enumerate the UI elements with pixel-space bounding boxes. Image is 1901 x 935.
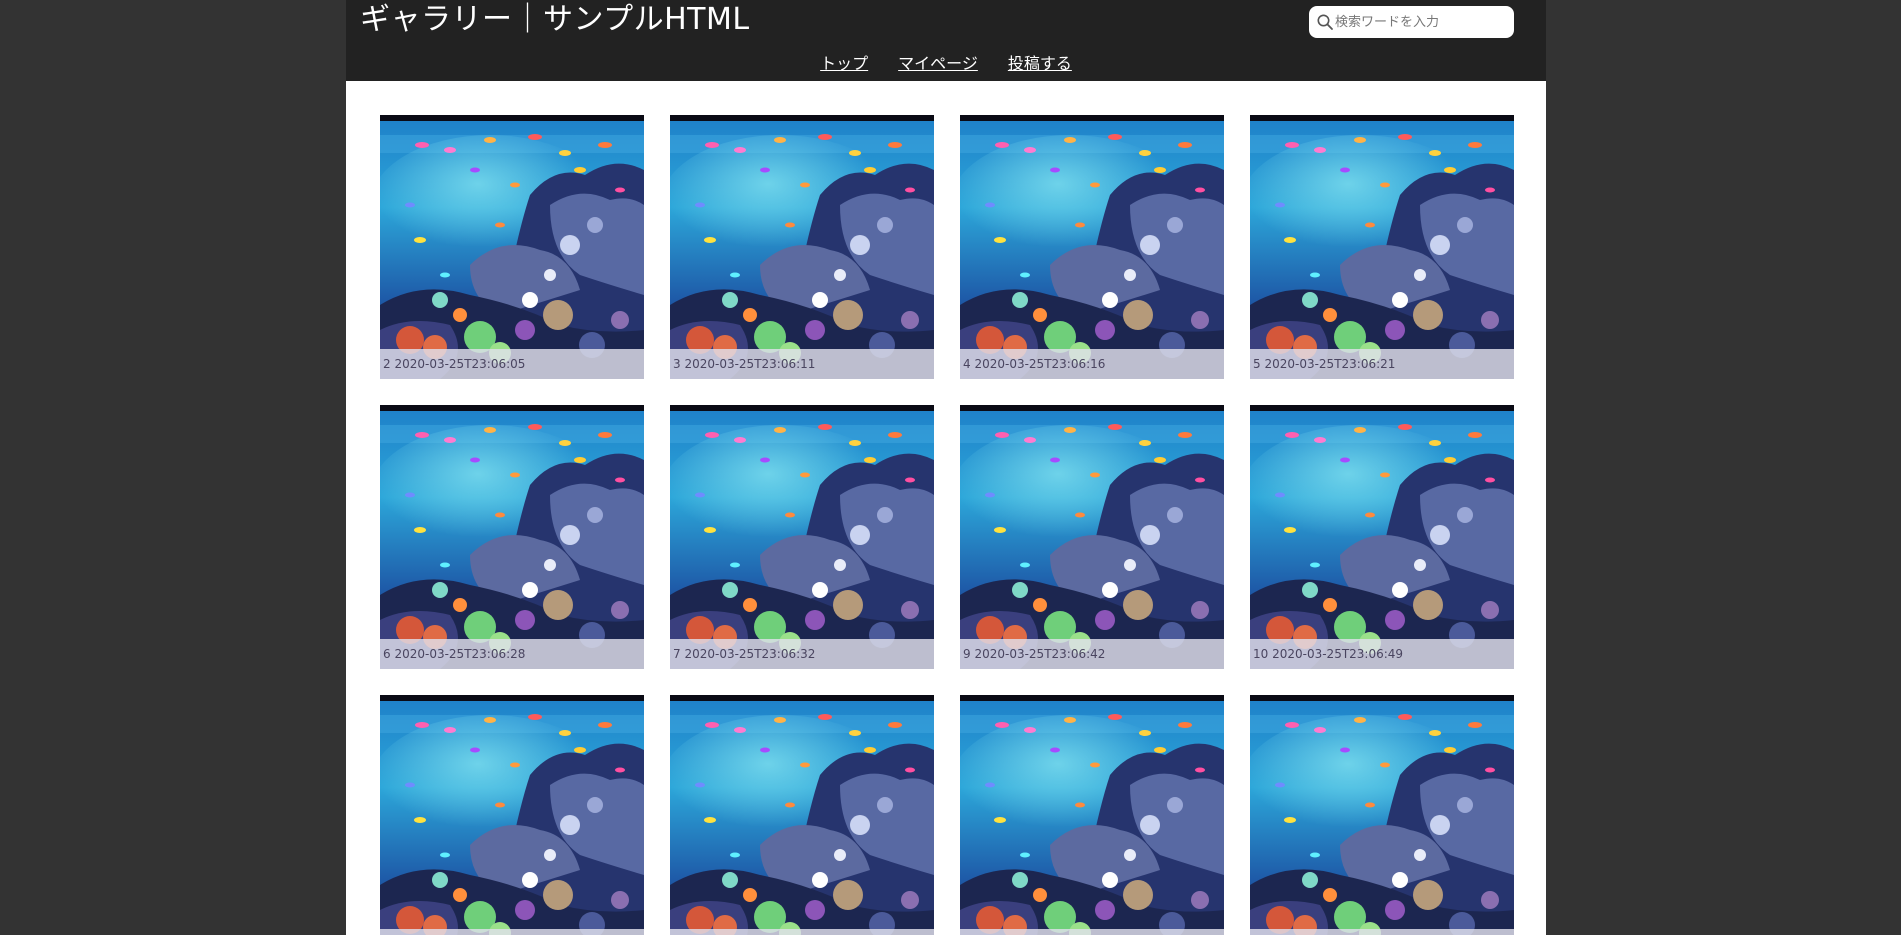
aquarium-photo (380, 405, 644, 669)
gallery-caption: 6 2020-03-25T23:06:28 (380, 639, 644, 669)
nav-link-post[interactable]: 投稿する (1008, 52, 1072, 76)
aquarium-photo (960, 695, 1224, 935)
gallery-caption (670, 929, 934, 935)
site-header: ギャラリー｜サンプルHTML トップ マイページ 投稿する (346, 0, 1546, 81)
gallery-caption (960, 929, 1224, 935)
aquarium-photo (960, 115, 1224, 379)
aquarium-photo (1250, 405, 1514, 669)
search-input[interactable] (1335, 10, 1507, 34)
gallery-caption: 4 2020-03-25T23:06:16 (960, 349, 1224, 379)
gallery-card[interactable]: 5 2020-03-25T23:06:21 (1250, 115, 1514, 379)
aquarium-photo (1250, 695, 1514, 935)
gallery-card[interactable] (380, 695, 644, 935)
gallery-card[interactable] (1250, 695, 1514, 935)
aquarium-photo (670, 405, 934, 669)
search-box[interactable] (1309, 6, 1514, 38)
aquarium-photo (380, 115, 644, 379)
gallery-card[interactable]: 4 2020-03-25T23:06:16 (960, 115, 1224, 379)
gallery-card[interactable]: 9 2020-03-25T23:06:42 (960, 405, 1224, 669)
gallery-card[interactable]: 2 2020-03-25T23:06:05 (380, 115, 644, 379)
search-icon (1317, 14, 1333, 30)
aquarium-photo (380, 695, 644, 935)
gallery-caption: 3 2020-03-25T23:06:11 (670, 349, 934, 379)
page-container: ギャラリー｜サンプルHTML トップ マイページ 投稿する 2 2020-03-… (346, 0, 1546, 935)
aquarium-photo (1250, 115, 1514, 379)
aquarium-photo (670, 115, 934, 379)
gallery-card[interactable]: 3 2020-03-25T23:06:11 (670, 115, 934, 379)
gallery-caption (380, 929, 644, 935)
gallery-caption: 7 2020-03-25T23:06:32 (670, 639, 934, 669)
gallery-card[interactable] (960, 695, 1224, 935)
gallery-caption: 2 2020-03-25T23:06:05 (380, 349, 644, 379)
nav-link-top[interactable]: トップ (820, 52, 868, 76)
main-nav: トップ マイページ 投稿する (346, 52, 1546, 76)
site-title: ギャラリー｜サンプルHTML (360, 2, 750, 37)
gallery-card[interactable]: 6 2020-03-25T23:06:28 (380, 405, 644, 669)
gallery-caption: 5 2020-03-25T23:06:21 (1250, 349, 1514, 379)
aquarium-photo (960, 405, 1224, 669)
aquarium-photo (670, 695, 934, 935)
gallery-card[interactable] (670, 695, 934, 935)
gallery-caption: 9 2020-03-25T23:06:42 (960, 639, 1224, 669)
gallery-card[interactable]: 10 2020-03-25T23:06:49 (1250, 405, 1514, 669)
nav-link-mypage[interactable]: マイページ (898, 52, 978, 76)
gallery-caption: 10 2020-03-25T23:06:49 (1250, 639, 1514, 669)
gallery-caption (1250, 929, 1514, 935)
gallery-card[interactable]: 7 2020-03-25T23:06:32 (670, 405, 934, 669)
